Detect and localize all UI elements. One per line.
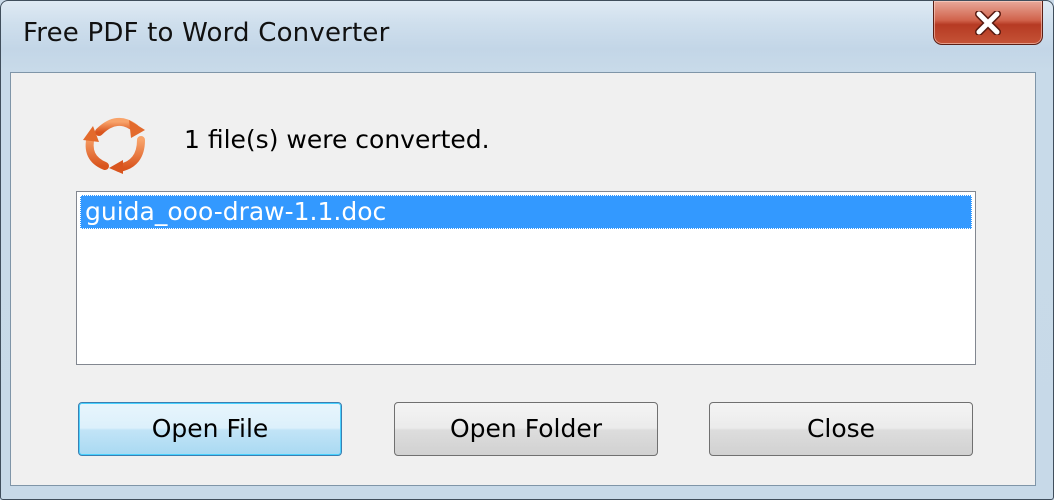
converter-cycle-icon <box>79 110 155 174</box>
open-folder-button[interactable]: Open Folder <box>394 402 658 456</box>
dialog-window: Free PDF to Word Converter 1 file(s) wer… <box>0 0 1054 500</box>
window-close-button[interactable] <box>933 1 1043 45</box>
window-title: Free PDF to Word Converter <box>23 18 390 48</box>
close-button[interactable]: Close <box>709 402 973 456</box>
status-message: 1 file(s) were converted. <box>184 125 490 154</box>
converted-files-list[interactable]: guida_ooo-draw-1.1.doc <box>76 191 976 365</box>
close-icon <box>971 10 1005 35</box>
open-file-button[interactable]: Open File <box>78 402 342 456</box>
list-item[interactable]: guida_ooo-draw-1.1.doc <box>80 195 972 229</box>
dialog-body: 1 file(s) were converted. guida_ooo-draw… <box>10 72 1036 486</box>
